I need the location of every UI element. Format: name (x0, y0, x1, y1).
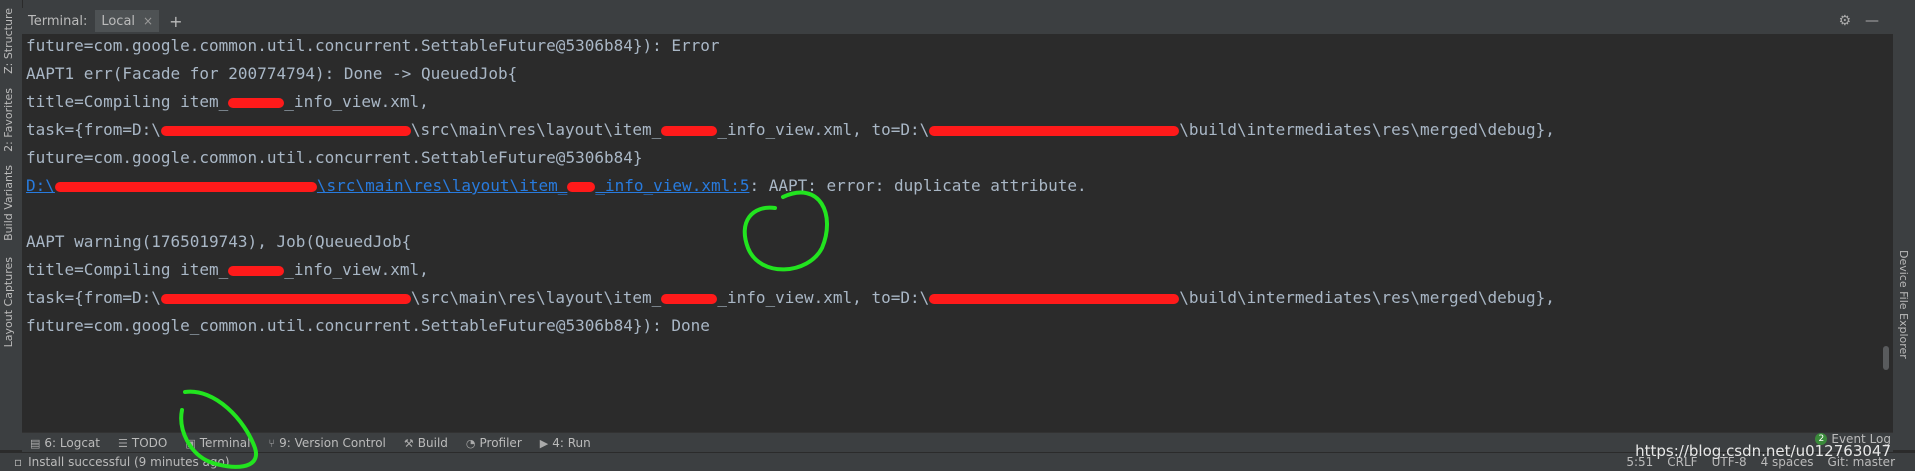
tool-window-terminal[interactable]: ▣ Terminal (185, 436, 250, 450)
redaction-mark (228, 97, 285, 108)
tool-window-profiler[interactable]: ◔ Profiler (466, 436, 522, 450)
status-message: ▫ Install successful (9 minutes ago) (14, 455, 230, 469)
scrollbar-thumb[interactable] (1883, 346, 1889, 370)
redaction-mark (54, 181, 317, 192)
redaction-mark (929, 125, 1180, 136)
tool-window-version-control[interactable]: ⑂ 9: Version Control (268, 436, 385, 450)
gear-icon[interactable]: ⚙ (1838, 13, 1851, 29)
layout-captures-tab[interactable]: Layout Captures (2, 257, 15, 347)
tab-local[interactable]: Local × (95, 10, 160, 32)
watermark-text: https://blog.csdn.net/u012763047 (1635, 442, 1891, 460)
vcs-icon: ⑂ (268, 436, 276, 450)
structure-tab[interactable]: Z: Structure (2, 8, 15, 74)
terminal-title: Terminal: (28, 13, 88, 29)
console-line: task={from=D:\ \src\main\res\layout\item_… (26, 120, 1555, 139)
console-line: title=Compiling item_ _info_view.xml, (26, 260, 429, 279)
redaction-mark (567, 181, 596, 192)
logcat-icon: ▤ (30, 436, 41, 450)
profiler-icon: ◔ (465, 436, 476, 450)
redaction-mark (228, 265, 285, 276)
minimize-icon[interactable]: — (1865, 13, 1879, 29)
console-error-line: D:\ \src\main\res\layout\item_ _info_view.… (26, 176, 1087, 195)
console-line: title=Compiling item_ _info_view.xml, (26, 92, 429, 111)
status-icon: ▫ (14, 455, 23, 469)
terminal-header: Terminal: Local × + ⚙ — (22, 8, 1893, 35)
add-tab-button[interactable]: + (169, 12, 182, 31)
redaction-mark (160, 125, 411, 136)
tool-windows-bar: ▤ 6: Logcat ☰ TODO ▣ Terminal ⑂ 9: Version C… (22, 432, 1893, 453)
redaction-mark (661, 293, 718, 304)
status-message-text: Install successful (9 minutes ago) (28, 455, 230, 469)
tool-window-build[interactable]: ⚒ Build (404, 436, 448, 450)
console-line: AAPT warning(1765019743), Job(QueuedJob{ (26, 232, 412, 251)
build-icon: ⚒ (403, 436, 414, 450)
console-line: future=com.google.common.util.concurrent… (26, 36, 720, 55)
status-bar: ▫ Install successful (9 minutes ago) 5:5… (0, 452, 1915, 471)
redaction-mark (661, 125, 718, 136)
tool-window-todo[interactable]: ☰ TODO (118, 436, 167, 450)
run-icon: ▶ (539, 436, 549, 450)
favorites-tab[interactable]: 2: Favorites (2, 88, 15, 152)
redaction-mark (160, 293, 411, 304)
tool-window-logcat[interactable]: ▤ 6: Logcat (30, 436, 100, 450)
tool-window-run[interactable]: ▶ 4: Run (540, 436, 591, 450)
build-variants-tab[interactable]: Build Variants (2, 165, 15, 241)
right-tool-strip: Device File Explorer (1893, 0, 1915, 450)
tab-local-label: Local (101, 13, 136, 29)
console-line: AAPT1 err(Facade for 200774794): Done ->… (26, 64, 518, 83)
terminal-console[interactable]: future=com.google.common.util.concurrent… (22, 34, 1893, 432)
device-file-explorer-tab[interactable]: Device File Explorer (1897, 250, 1910, 359)
console-line: task={from=D:\ \src\main\res\layout\item_… (26, 288, 1555, 307)
header-actions: ⚙ — (1838, 13, 1879, 29)
redaction-mark (929, 293, 1180, 304)
console-line: future=com.google_common.util.concurrent… (26, 316, 710, 335)
error-file-link[interactable]: D:\ \src\main\res\layout\item_ _info_view.… (26, 176, 749, 195)
terminal-icon: ▣ (185, 436, 196, 450)
todo-icon: ☰ (118, 436, 128, 450)
left-tool-strip: Z: Structure 2: Favorites Build Variants… (0, 0, 23, 450)
console-line: future=com.google.common.util.concurrent… (26, 148, 643, 167)
close-icon[interactable]: × (143, 14, 153, 28)
